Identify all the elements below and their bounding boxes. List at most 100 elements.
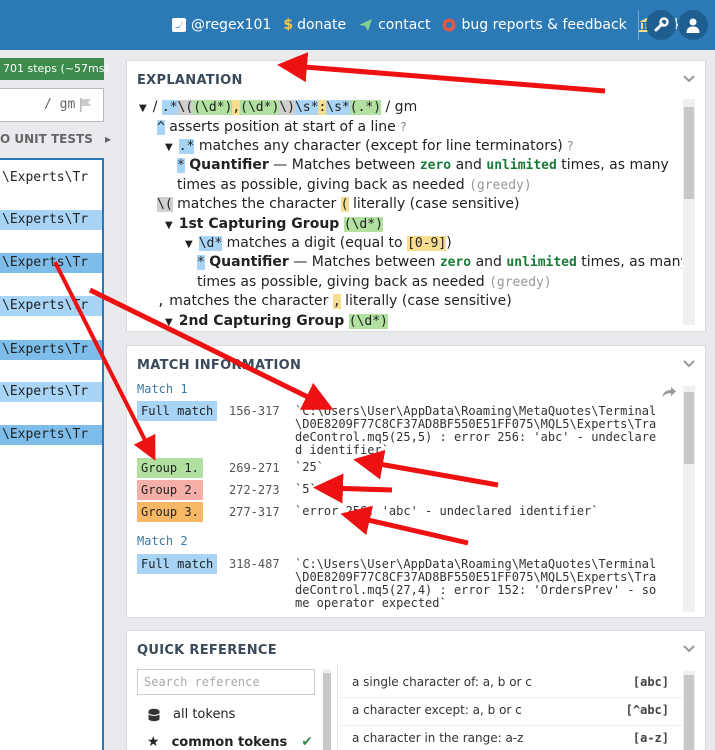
group-3-text: `error 256: 'abc' - undeclared identifie… [295, 504, 599, 518]
scrollbar-thumb[interactable] [684, 107, 694, 199]
test-string-editor[interactable]: \Experts\Tr \Experts\Tr \Experts\Tr \Expert… [0, 158, 104, 750]
scrollbar-thumb[interactable] [684, 675, 694, 750]
test-string-line: \Experts\Tr [0, 425, 102, 445]
reference-row-token[interactable]: [a-z] [633, 731, 669, 745]
explain-dotstar-line: ▼ .* matches any character (except for li… [165, 138, 574, 154]
bug-reports-link[interactable]: bug reports & feedback [442, 17, 627, 33]
regex-token: \s* [294, 100, 319, 115]
group-1-text: `25` [295, 460, 324, 474]
explain-paren-line: \( matches the character ( literally (ca… [157, 196, 520, 212]
group-1-label: Group 1. [137, 458, 203, 478]
editor-column: 701 steps (~57ms) / gm O UNIT TESTS ▸ \E… [0, 50, 112, 750]
flag-icon[interactable] [80, 98, 92, 112]
help-circle-icon[interactable]: ? [400, 120, 406, 134]
group-3-label: Group 3. [137, 502, 203, 522]
user-icon [686, 18, 700, 33]
user-button[interactable] [678, 10, 708, 40]
match-1-text: `C:\Users\User\AppData\Roaming\MetaQuote… [295, 404, 657, 457]
caret-down-icon[interactable]: ▼ [165, 220, 173, 231]
regex-token: \s* [326, 100, 350, 115]
group-2-range: 272-273 [229, 483, 280, 497]
match-info-title: MATCH INFORMATION [137, 358, 302, 373]
group-2-label: Group 2. [137, 480, 203, 500]
reference-row-token[interactable]: [^abc] [626, 703, 669, 717]
reference-row-separator [339, 725, 689, 726]
match-2-range: 318-487 [229, 557, 280, 571]
group-3-range: 277-317 [229, 505, 280, 519]
explain-group1-line: ▼ 1st Capturing Group (\d*) [165, 216, 383, 232]
chevron-down-icon[interactable] [683, 360, 695, 368]
test-string-line: \Experts\Tr [2, 170, 89, 185]
test-string-line: \Experts\Tr [0, 296, 102, 316]
check-icon: ✔ [301, 734, 313, 750]
category-all-tokens[interactable]: all tokens [147, 707, 235, 722]
regex-token: (.*) [349, 100, 382, 115]
caret-down-icon[interactable]: ▼ [165, 142, 173, 153]
explanation-title: EXPLANATION [137, 73, 243, 88]
steps-badge: 701 steps (~57ms) [0, 58, 109, 80]
match-1-range: 156-317 [229, 404, 280, 418]
chevron-down-icon[interactable] [683, 75, 695, 83]
star-icon: ★ [147, 734, 160, 750]
contact-label: contact [378, 17, 431, 33]
reference-row-desc[interactable]: a character in the range: a-z [352, 731, 523, 745]
caret-down-icon[interactable]: ▼ [165, 317, 173, 328]
reference-search-input[interactable]: Search reference [137, 669, 315, 695]
regex-input[interactable]: / gm [0, 88, 104, 122]
reference-divider [337, 665, 338, 750]
regex-flags[interactable]: / gm [44, 97, 75, 112]
scrollbar-thumb[interactable] [323, 673, 331, 750]
reference-row-separator [339, 697, 689, 698]
explain-greedy2-line: times as possible, giving back as needed… [197, 274, 552, 290]
contact-link[interactable]: contact [358, 17, 430, 33]
explain-caret-line: ^ asserts position at start of a line ? [157, 119, 407, 135]
explain-comma-line: , matches the character , literally (cas… [157, 293, 512, 309]
unit-tests-label: O UNIT TESTS [0, 132, 93, 146]
bug-reports-label: bug reports & feedback [461, 17, 627, 33]
test-string-line: \Experts\Tr [0, 340, 102, 360]
wrench-icon [654, 17, 669, 32]
regex-token: , [232, 100, 241, 115]
donate-link[interactable]: $ donate [283, 17, 346, 33]
reference-row-desc[interactable]: a character except: a, b or c [352, 703, 522, 717]
category-scrollbar[interactable] [323, 669, 331, 750]
settings-button[interactable] [646, 10, 676, 40]
category-common-tokens[interactable]: ★ common tokens ✔ [147, 734, 313, 750]
explain-regex-line: ▼ / .*\((\d*),(\d*)\)\s*:\s*(.*) / gm [139, 99, 418, 115]
group-2-text: `5` [295, 482, 317, 496]
full-match-2-label: Full match [137, 554, 218, 574]
help-circle-icon[interactable]: ? [567, 139, 573, 153]
full-match-label: Full match [137, 401, 218, 421]
reference-row-desc[interactable]: a single character of: a, b or c [352, 675, 532, 689]
twitter-handle: @regex101 [191, 17, 272, 33]
explain-greedy-line: times as possible, giving back as needed… [177, 177, 532, 193]
match-info-scrollbar[interactable] [683, 386, 695, 612]
match-information-panel: MATCH INFORMATION Match 1 Full match 156… [126, 345, 706, 618]
test-string-line: \Experts\Tr [0, 210, 102, 230]
explanation-panel: EXPLANATION ▼ / .*\((\d*),(\d*)\)\s*:\s*(… [126, 60, 706, 332]
regex-token: \( [177, 100, 194, 115]
chevron-down-icon[interactable] [683, 645, 695, 653]
scrollbar-thumb[interactable] [684, 392, 694, 464]
explain-group2-line: ▼ 2nd Capturing Group (\d*) [165, 313, 388, 329]
regex-token: \) [279, 100, 295, 115]
unit-tests-tab[interactable]: O UNIT TESTS ▸ [0, 132, 111, 146]
test-string-line: \Experts\Tr [0, 382, 102, 402]
share-icon[interactable] [661, 386, 677, 398]
reference-row-token[interactable]: [abc] [633, 675, 669, 689]
regex-token: .* [161, 100, 178, 115]
caret-down-icon[interactable]: ▼ [139, 103, 147, 114]
reference-scrollbar[interactable] [683, 671, 695, 750]
top-header: @regex101 $ donate contact bug reports &… [0, 0, 715, 50]
explanation-scrollbar[interactable] [683, 99, 695, 325]
chevron-right-icon: ▸ [105, 132, 112, 146]
twitter-link[interactable]: @regex101 [172, 17, 271, 33]
explanation-tree: ▼ / .*\((\d*),(\d*)\)\s*:\s*(.*) / gm ^ a… [137, 97, 682, 329]
match-2-text: `C:\Users\User\AppData\Roaming\MetaQuote… [295, 557, 657, 610]
regex-tokens: .*\((\d*),(\d*)\)\s*:\s*(.*) [161, 100, 382, 115]
explain-quantifier2-line: * Quantifier — Matches between zero and … [197, 254, 682, 270]
header-nav: @regex101 $ donate contact bug reports &… [172, 0, 698, 50]
caret-down-icon[interactable]: ▼ [185, 239, 193, 250]
twitter-icon [172, 18, 186, 32]
match-2-heading: Match 2 [137, 534, 188, 548]
